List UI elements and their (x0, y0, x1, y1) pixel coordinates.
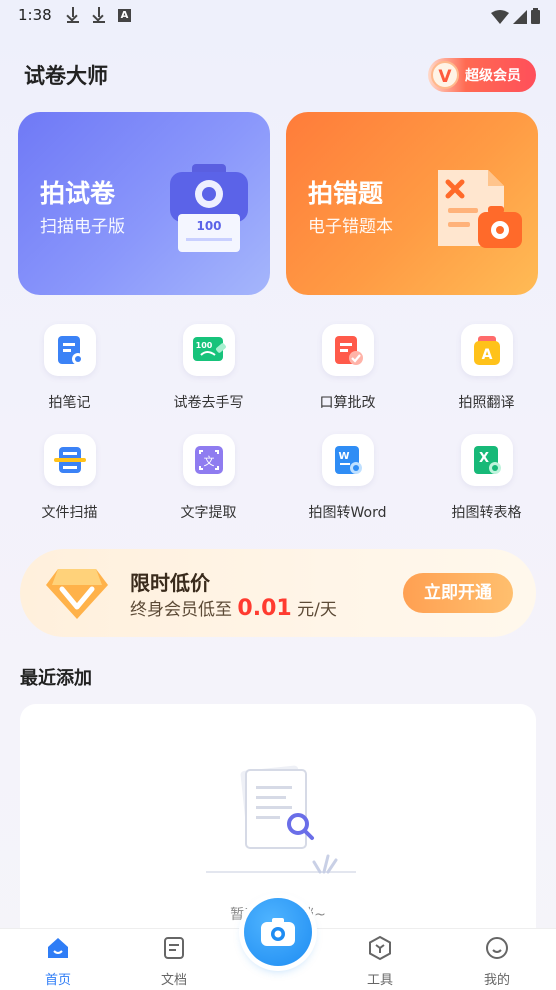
vip-button[interactable]: V 超级会员 (428, 58, 536, 92)
status-time: 1:38 (18, 6, 52, 24)
camera-fab-button[interactable] (244, 898, 312, 966)
tool-label: 口算批改 (319, 395, 376, 411)
tool-label: 试卷去手写 (173, 395, 244, 411)
tool-note[interactable]: 拍笔记 (0, 324, 139, 412)
app-title: 试卷大师 (24, 64, 108, 88)
tool-label: 文字提取 (180, 505, 237, 521)
signal-icon (513, 10, 527, 24)
diamond-icon (46, 569, 108, 619)
error-question-card[interactable]: 拍错题 电子错题本 (286, 112, 538, 295)
to-excel-icon: X (460, 434, 513, 486)
nav-label: 首页 (44, 973, 71, 988)
font-icon: A (118, 9, 131, 22)
tool-label: 拍图转Word (308, 505, 387, 521)
camera-icon (261, 918, 295, 946)
vip-logo-icon: V (431, 61, 459, 89)
card-subtitle: 扫描电子版 (40, 217, 125, 237)
download-icon (92, 6, 106, 24)
tool-math-check[interactable]: 口算批改 (278, 324, 417, 412)
nav-home[interactable]: 首页 (28, 935, 88, 988)
nav-label: 文档 (160, 973, 187, 988)
tool-to-word[interactable]: W 拍图转Word (278, 434, 417, 522)
tool-translate[interactable]: A 拍照翻译 (417, 324, 556, 412)
card-subtitle: 电子错题本 (308, 217, 393, 237)
check-math-icon (321, 324, 374, 376)
nav-tools[interactable]: 工具 (350, 935, 410, 988)
promo-subtitle-suffix: 元/天 (291, 600, 337, 620)
promo-title: 限时低价 (130, 571, 210, 595)
recent-section-title: 最近添加 (20, 668, 92, 689)
tool-to-excel[interactable]: X 拍图转表格 (417, 434, 556, 522)
promo-banner[interactable]: 限时低价 终身会员低至 0.01 元/天 立即开通 (20, 549, 536, 637)
promo-subtitle-prefix: 终身会员低至 (130, 600, 238, 620)
scanner-icon-text: 100 (196, 219, 221, 233)
promo-subtitle: 终身会员低至 0.01 元/天 (130, 595, 337, 621)
to-word-icon: W (321, 434, 374, 486)
tool-label: 文件扫描 (41, 505, 98, 521)
erase-icon-text: 100 (195, 341, 212, 350)
promo-price: 0.01 (237, 596, 292, 621)
nav-profile[interactable]: 我的 (467, 935, 527, 988)
scanner-icon: 100 (170, 164, 248, 252)
translate-icon-text: A (481, 347, 492, 363)
nav-documents[interactable]: 文档 (144, 935, 204, 988)
nav-label: 工具 (366, 973, 393, 988)
profile-icon (486, 937, 508, 959)
nav-label: 我的 (483, 973, 510, 988)
download-icon (66, 6, 80, 24)
tool-text-extract[interactable]: 文 文字提取 (139, 434, 278, 522)
error-book-icon (438, 170, 522, 248)
status-bar: 1:38 A (0, 0, 556, 32)
open-vip-button[interactable]: 立即开通 (403, 573, 513, 613)
translate-icon: A (460, 324, 513, 376)
document-icon (164, 937, 184, 959)
vip-label: 超级会员 (465, 68, 521, 84)
tool-label: 拍笔记 (48, 395, 91, 411)
to-excel-icon-text: X (478, 451, 488, 466)
tool-file-scan[interactable]: 文件扫描 (0, 434, 139, 522)
card-title: 拍错题 (308, 179, 384, 208)
empty-document-icon (206, 765, 356, 874)
text-extract-icon: 文 (182, 434, 235, 486)
tool-label: 拍图转表格 (451, 505, 522, 521)
tool-label: 拍照翻译 (458, 395, 515, 411)
text-extract-icon-text: 文 (203, 454, 214, 468)
file-scan-icon (43, 434, 96, 486)
scan-paper-card[interactable]: 拍试卷 扫描电子版 100 (18, 112, 270, 295)
note-camera-icon (43, 324, 96, 376)
to-word-icon-text: W (338, 451, 349, 462)
wifi-icon (491, 10, 509, 24)
tool-erase-handwriting[interactable]: 100 试卷去手写 (139, 324, 278, 412)
tools-icon (369, 935, 391, 961)
home-icon (48, 938, 68, 958)
card-title: 拍试卷 (40, 179, 116, 208)
battery-icon (531, 8, 540, 24)
erase-handwriting-icon: 100 (182, 324, 235, 376)
